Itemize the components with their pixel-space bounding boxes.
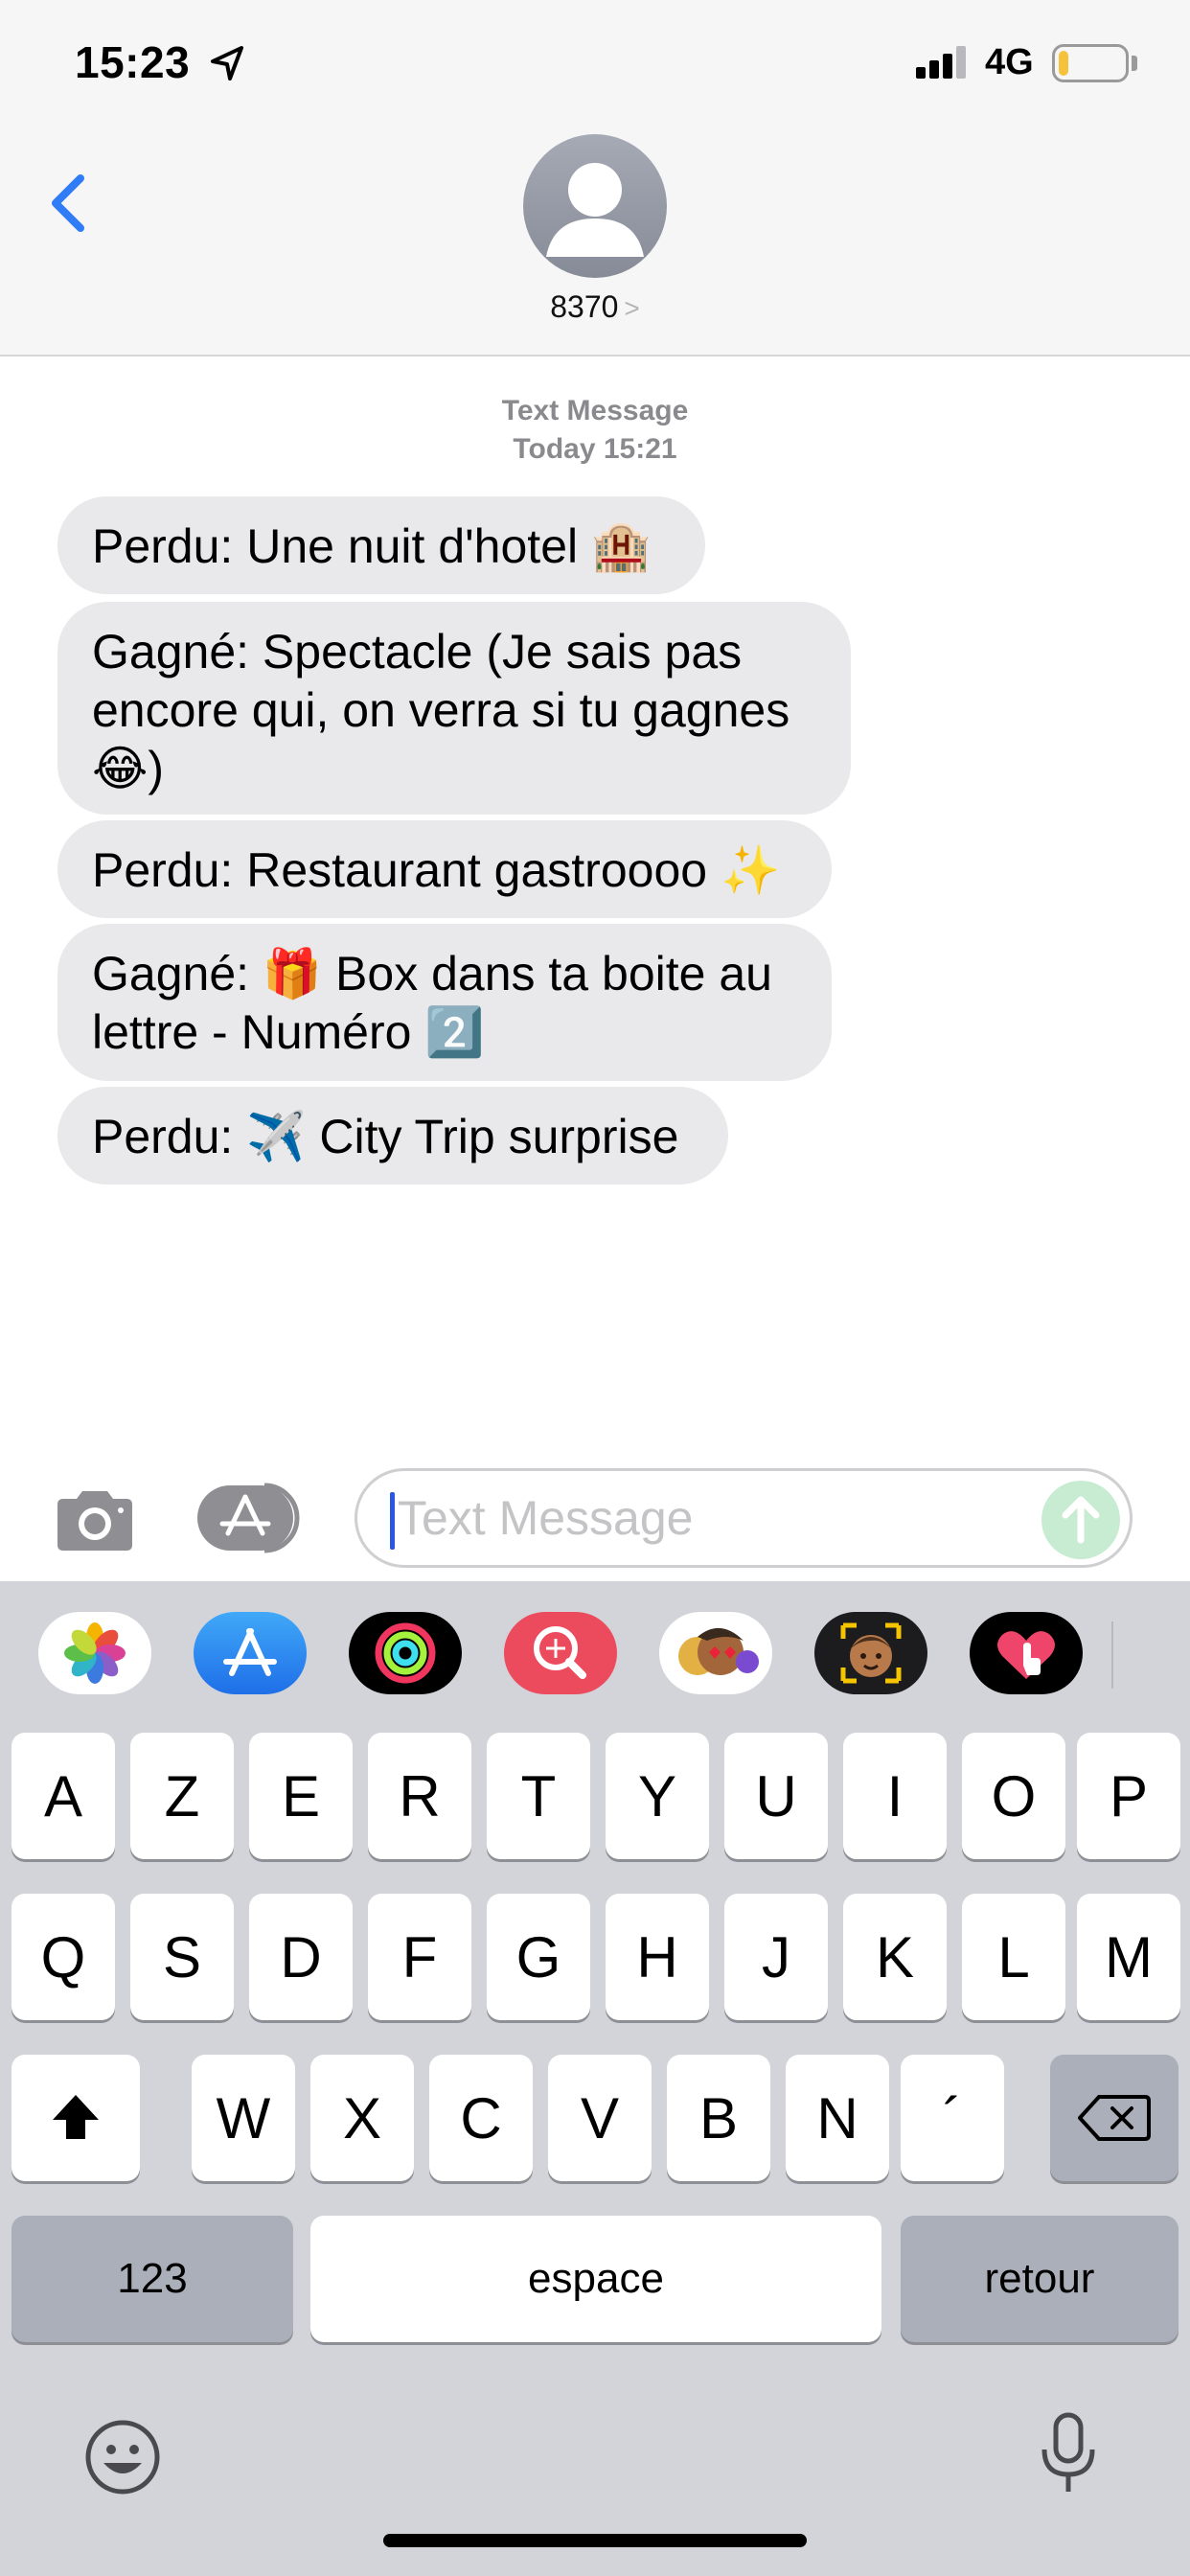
key-h[interactable]: H [606, 1894, 709, 2020]
message-type-label: Text Message [501, 395, 689, 426]
app-store-button[interactable] [197, 1482, 305, 1554]
memoji-stickers-icon[interactable] [659, 1612, 772, 1694]
shift-key[interactable] [11, 2055, 140, 2181]
camera-button[interactable] [52, 1487, 138, 1554]
battery-tip [1132, 56, 1137, 71]
key-e[interactable]: E [249, 1733, 353, 1859]
key-b[interactable]: B [667, 2055, 770, 2181]
battery-icon [1052, 44, 1129, 82]
message-bubble[interactable]: Gagné: Spectacle (Je sais pas encore qui… [57, 602, 851, 815]
key-w[interactable]: W [192, 2055, 295, 2181]
message-timestamp: Today 15:21 [513, 433, 677, 465]
key-q[interactable]: Q [11, 1894, 115, 2020]
app-strip-divider [1111, 1622, 1113, 1689]
battery-level [1059, 51, 1068, 76]
back-button[interactable] [38, 165, 96, 242]
key-n[interactable]: N [786, 2055, 889, 2181]
message-bubble[interactable]: Perdu: Restaurant gastroooo ✨ [57, 820, 832, 918]
key-accent[interactable]: ´ [901, 2055, 1004, 2181]
microphone-icon[interactable] [1035, 2411, 1102, 2497]
memoji-icon[interactable] [814, 1612, 927, 1694]
contact-name: 8370 [550, 289, 619, 324]
message-bubble[interactable]: Gagné: 🎁 Box dans ta boite au lettre - N… [57, 924, 832, 1081]
key-z[interactable]: Z [130, 1733, 234, 1859]
key-t[interactable]: T [487, 1733, 590, 1859]
key-r[interactable]: R [368, 1733, 471, 1859]
key-c[interactable]: C [429, 2055, 533, 2181]
photos-icon[interactable] [38, 1612, 151, 1694]
keyboard: A Z E R T Y U I O P Q S D F G H J K L M … [0, 1581, 1190, 2576]
key-p[interactable]: P [1077, 1733, 1180, 1859]
key-k[interactable]: K [843, 1894, 947, 2020]
key-g[interactable]: G [487, 1894, 590, 2020]
space-key[interactable]: espace [310, 2216, 881, 2342]
digital-touch-icon[interactable] [970, 1612, 1083, 1694]
app-store-icon[interactable] [194, 1612, 307, 1694]
key-d[interactable]: D [249, 1894, 353, 2020]
key-l[interactable]: L [962, 1894, 1065, 2020]
key-v[interactable]: V [548, 2055, 652, 2181]
key-m[interactable]: M [1077, 1894, 1180, 2020]
person-icon [546, 163, 644, 257]
contact-name-button[interactable]: 8370 > [0, 289, 1190, 325]
send-arrow-icon [1062, 1496, 1100, 1544]
emoji-icon[interactable] [82, 2417, 163, 2497]
chevron-right-icon: > [624, 293, 640, 323]
key-y[interactable]: Y [606, 1733, 709, 1859]
activity-icon[interactable] [349, 1612, 462, 1694]
key-s[interactable]: S [130, 1894, 234, 2020]
text-cursor [390, 1492, 395, 1550]
key-o[interactable]: O [962, 1733, 1065, 1859]
home-indicator [383, 2534, 807, 2547]
message-bubble[interactable]: Perdu: ✈️ City Trip surprise [57, 1087, 728, 1184]
message-input[interactable]: Text Message [355, 1468, 1133, 1568]
shift-icon [53, 2095, 99, 2139]
imessage-app-strip [0, 1581, 1190, 1723]
location-arrow-icon [211, 46, 243, 80]
numbers-key[interactable]: 123 [11, 2216, 293, 2342]
return-key[interactable]: retour [901, 2216, 1179, 2342]
signal-icon [916, 46, 966, 79]
delete-icon [1078, 2095, 1151, 2141]
conversation-header: 15:23 4G 8370 > [0, 0, 1190, 356]
key-x[interactable]: X [310, 2055, 414, 2181]
message-bubble[interactable]: Perdu: Une nuit d'hotel 🏨 [57, 496, 705, 594]
network-label: 4G [985, 42, 1034, 82]
delete-key[interactable] [1050, 2055, 1179, 2181]
key-f[interactable]: F [368, 1894, 471, 2020]
key-j[interactable]: J [724, 1894, 828, 2020]
key-u[interactable]: U [724, 1733, 828, 1859]
status-time: 15:23 [75, 37, 191, 87]
image-search-icon[interactable] [504, 1612, 617, 1694]
key-i[interactable]: I [843, 1733, 947, 1859]
contact-avatar[interactable] [523, 134, 667, 278]
message-input-placeholder: Text Message [398, 1491, 694, 1545]
key-a[interactable]: A [11, 1733, 115, 1859]
send-button[interactable] [1041, 1481, 1120, 1559]
